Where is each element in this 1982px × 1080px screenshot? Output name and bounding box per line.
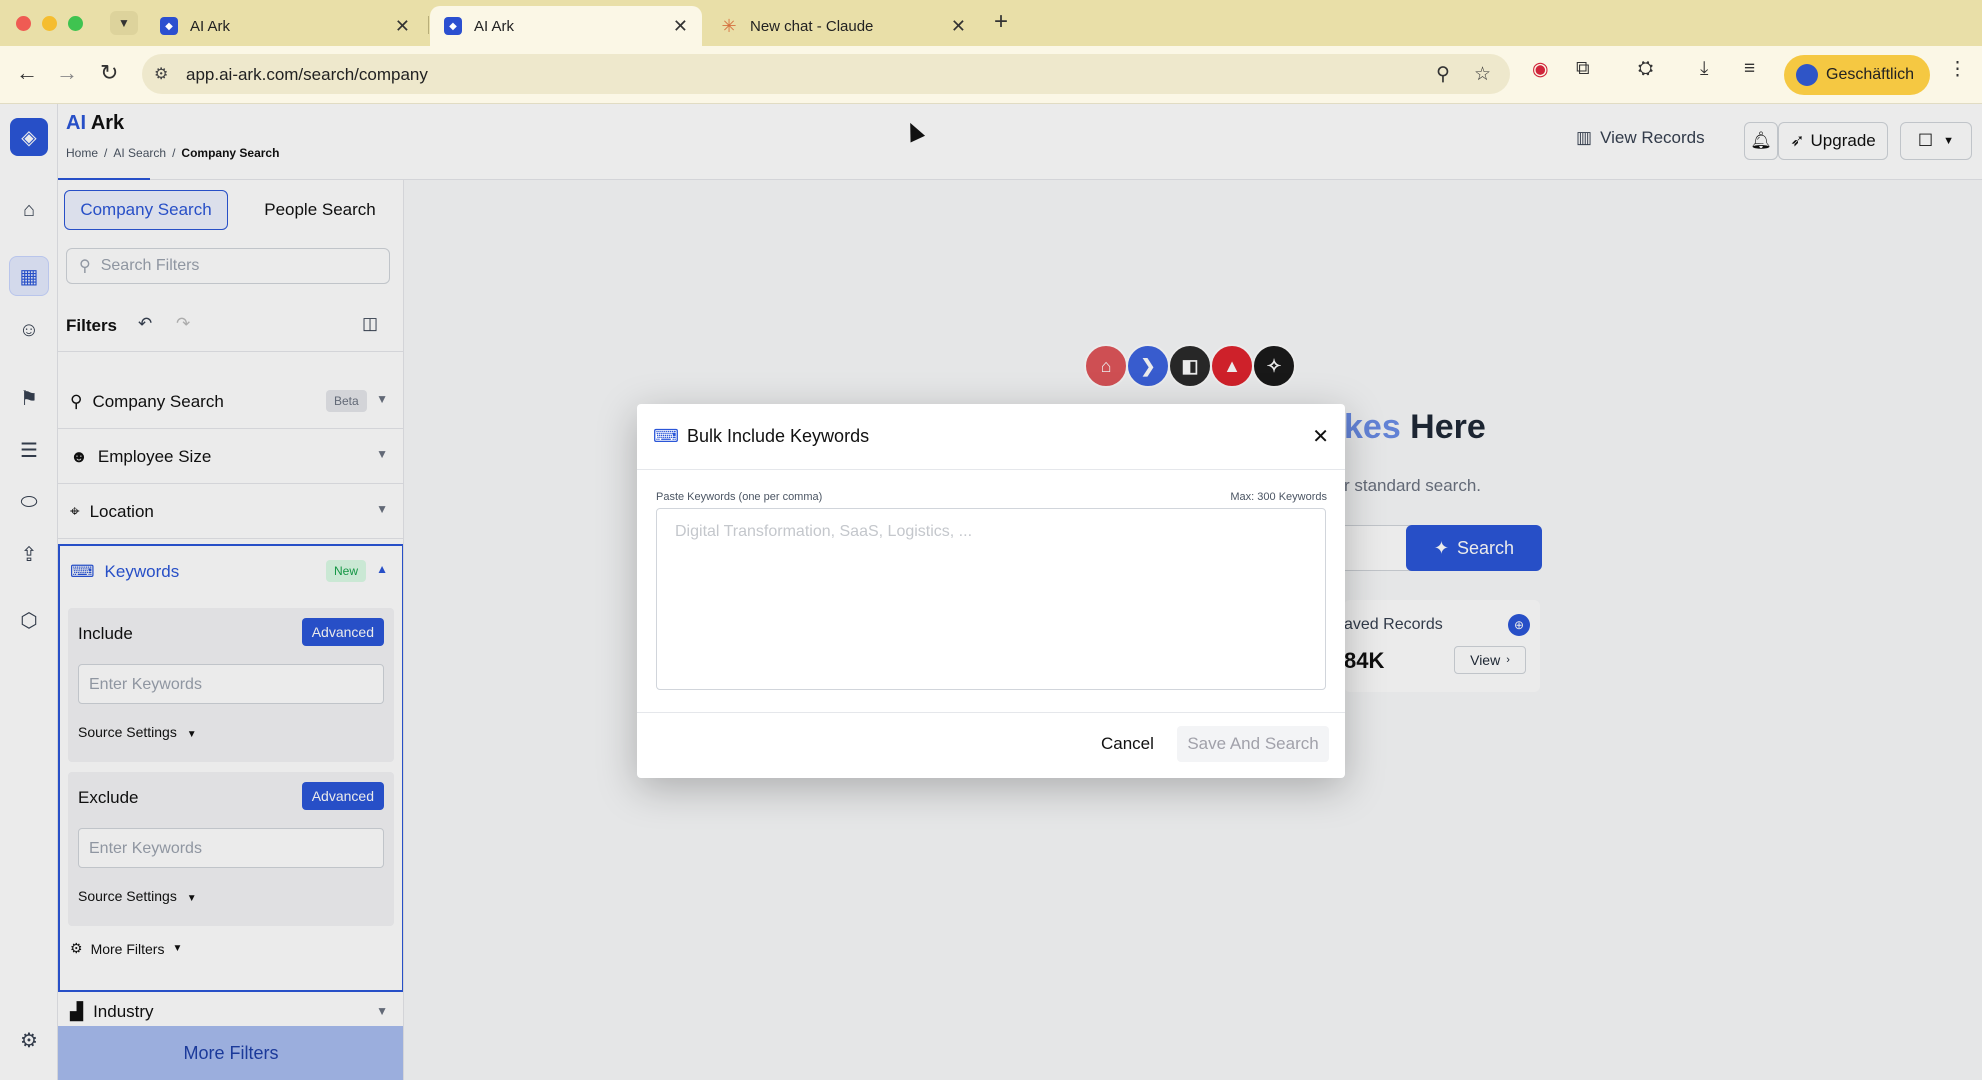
paste-keywords-label: Paste Keywords (one per comma) xyxy=(656,491,823,503)
close-icon[interactable]: ✕ xyxy=(1312,424,1329,449)
close-window-button[interactable] xyxy=(16,16,31,31)
profile-button[interactable]: Geschäftlich xyxy=(1784,55,1930,95)
tab-title: AI Ark xyxy=(474,17,515,35)
site-settings-icon[interactable]: ⚙ xyxy=(154,64,168,84)
maximize-window-button[interactable] xyxy=(68,16,83,31)
browser-tab-2[interactable]: ◆ AI Ark ✕ xyxy=(430,6,702,46)
browser-toolbar: ← → ↻ ⚙ app.ai-ark.com/search/company ⚲ … xyxy=(0,46,1982,104)
download-icon[interactable]: ⤓ xyxy=(1700,58,1708,80)
avatar xyxy=(1796,64,1818,86)
dialog-title: Bulk Include Keywords xyxy=(686,426,870,446)
back-arrow-icon[interactable]: ← xyxy=(16,60,38,86)
bulk-include-keywords-dialog: ⌨ Bulk Include Keywords ✕ Paste Keywords… xyxy=(637,404,1345,778)
incognito-icon[interactable]: ⛭ xyxy=(1638,58,1653,80)
browser-tab-3[interactable]: ✳ New chat - Claude ✕ xyxy=(706,6,980,46)
zoom-icon[interactable]: ⚲ xyxy=(1436,63,1450,86)
keyboard-icon: ⌨ xyxy=(653,426,679,446)
claude-favicon-icon: ✳ xyxy=(721,15,737,36)
new-tab-plus-icon[interactable]: + xyxy=(994,8,1008,36)
bulk-keywords-textarea[interactable] xyxy=(656,508,1326,690)
media-icon[interactable]: ≡ xyxy=(1744,58,1755,80)
bookmark-star-icon[interactable]: ☆ xyxy=(1474,63,1491,86)
record-icon[interactable]: ◉ xyxy=(1532,58,1549,81)
cancel-button[interactable]: Cancel xyxy=(1101,734,1154,754)
url-text: app.ai-ark.com/search/company xyxy=(186,65,428,84)
close-tab-icon[interactable]: ✕ xyxy=(951,16,966,37)
save-and-search-button[interactable]: Save And Search xyxy=(1177,726,1329,762)
address-bar[interactable]: ⚙ app.ai-ark.com/search/company ⚲ ☆ xyxy=(142,54,1510,94)
close-tab-icon[interactable]: ✕ xyxy=(395,16,410,37)
extensions-icon[interactable]: ⧉ xyxy=(1576,58,1590,80)
ai-ark-favicon-icon: ◆ xyxy=(444,17,462,35)
max-keywords-label: Max: 300 Keywords xyxy=(1230,491,1327,503)
browser-tab-1[interactable]: ◆ AI Ark ✕ xyxy=(146,6,424,46)
tab-search-chevron-icon[interactable]: ▼ xyxy=(110,11,138,35)
minimize-window-button[interactable] xyxy=(42,16,57,31)
tab-divider xyxy=(428,16,429,34)
forward-arrow-icon[interactable]: → xyxy=(56,60,78,86)
ai-ark-favicon-icon: ◆ xyxy=(160,17,178,35)
tab-title: New chat - Claude xyxy=(750,17,874,35)
reload-icon[interactable]: ↻ xyxy=(100,60,118,86)
profile-label: Geschäftlich xyxy=(1826,66,1915,83)
browser-menu-icon[interactable]: ⋮ xyxy=(1948,58,1967,81)
tab-title: AI Ark xyxy=(190,17,231,35)
dialog-footer-divider xyxy=(637,712,1345,713)
close-tab-icon[interactable]: ✕ xyxy=(673,16,688,37)
browser-tabbar: ▼ ◆ AI Ark ✕ ◆ AI Ark ✕ ✳ New chat - Cla… xyxy=(0,0,1982,46)
dialog-header: ⌨ Bulk Include Keywords ✕ xyxy=(637,404,1345,470)
